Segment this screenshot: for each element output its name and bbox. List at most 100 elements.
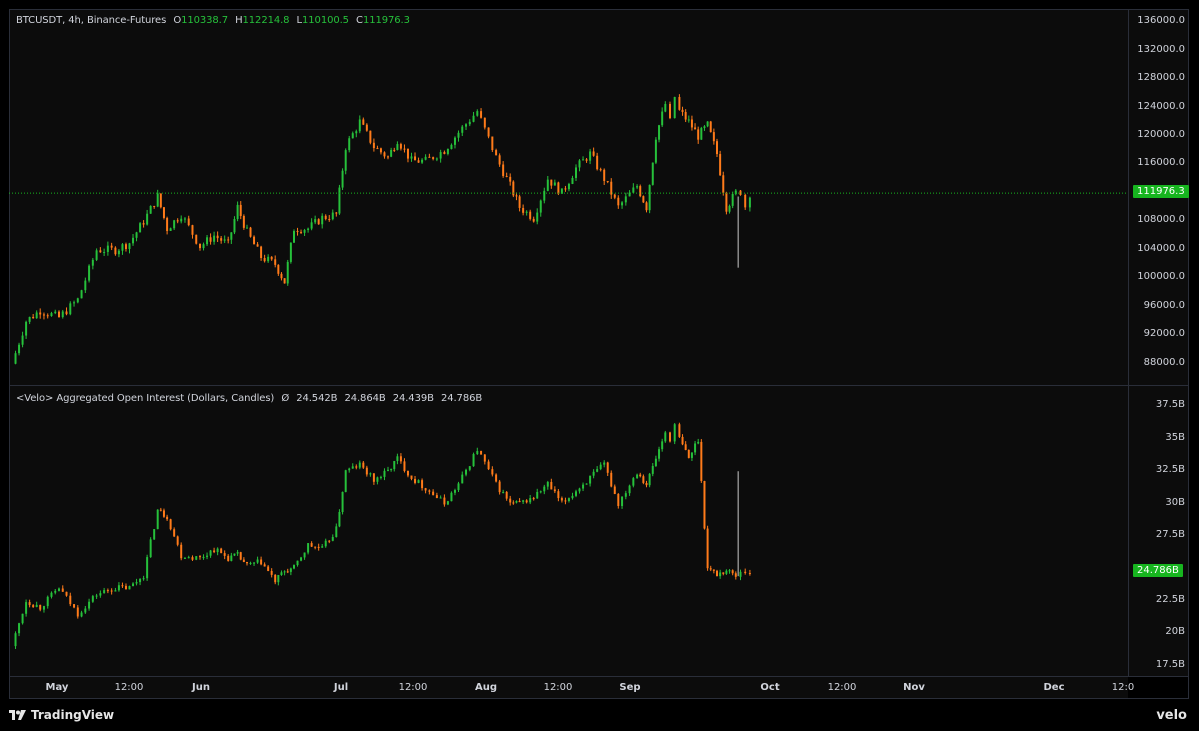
tradingview-logo[interactable]: TradingView [9,708,114,722]
btc-candle [722,175,725,193]
btc-candle [124,244,127,250]
oi-candle [303,552,306,558]
btc-candle [121,244,124,251]
btc-candle [274,259,277,265]
oi-candle [690,452,693,458]
btc-candle [564,188,567,190]
btc-candle [748,197,751,208]
btc-candle [280,273,283,279]
btc-candle [585,159,588,161]
oi-candle [321,546,324,548]
oi-low: 24.439B [392,393,434,404]
time-tick-label: Jun [192,682,210,693]
oi-candle [453,490,456,493]
oi-candle [379,476,382,478]
time-tick-label: Oct [760,682,780,693]
btc-candle [14,353,17,364]
chart-canvas[interactable] [0,0,1199,731]
oi-pane [9,386,1128,676]
btc-candle [260,246,263,259]
btc-candle [403,148,406,150]
oi-candle [166,516,169,520]
btc-candle [117,250,120,255]
oi-candle [585,483,588,485]
oi-candle [286,571,289,573]
oi-candle [697,441,700,444]
btc-candle [307,228,310,230]
oi-candle [242,559,245,562]
btc-candle [472,115,475,122]
btc-candle [417,160,420,163]
oi-candle [50,592,53,597]
btc-candle [406,148,409,159]
oi-candle [32,605,35,607]
oi-candle [435,495,438,499]
btc-candle [399,144,402,149]
oi-candle [632,478,635,486]
btc-candle [246,227,248,229]
oi-candle [661,441,664,450]
btc-candle [539,200,542,213]
oi-candle [249,562,252,564]
btc-candle [328,218,331,220]
oi-candle [300,557,303,561]
oi-close: 24.786B [440,393,483,404]
oi-candle [173,529,176,537]
btc-candle [684,112,687,120]
oi-candle [399,456,402,462]
btc-candle [457,132,460,138]
oi-candle [645,482,648,486]
btc-candle [529,211,532,219]
oi-candle [390,469,393,471]
btc-candle [468,121,471,125]
oi-candle [560,498,563,501]
btc-candle [522,207,525,213]
btc-candle [658,125,661,140]
oi-candle [331,537,334,541]
oi-high: 24.864B [344,393,386,404]
btc-candle [21,335,24,345]
btc-candle [253,236,256,245]
btc-candle [465,124,468,127]
time-tick-label: Aug [474,682,498,693]
btc-candle [173,220,176,229]
oi-candle [348,468,351,471]
oi-candle [536,492,539,499]
oi-candle [180,544,183,559]
btc-candle [65,311,68,315]
ohlc-open-label: O [173,15,182,26]
btc-candle [543,190,546,201]
btc-candle [603,169,606,181]
btc-candle [476,111,479,116]
btc-candle [703,126,706,129]
btc-candle [139,223,142,233]
btc-candle [58,311,60,318]
oi-candle [110,590,113,592]
oi-candle [176,536,179,545]
oi-candle [114,590,117,592]
oi-candle [206,555,209,557]
oi-candle [230,555,233,561]
btc-candle [91,259,94,266]
oi-candle [468,466,471,470]
btc-candle [159,193,162,208]
oi-tick-label: 35B [1165,431,1185,443]
btc-candle [694,127,697,130]
btc-candle [661,111,664,126]
oi-candle [76,607,79,617]
time-tick-label: 12:00 [543,682,573,693]
btc-candle [550,179,553,186]
oi-candle [220,548,223,554]
btc-candle [518,196,521,208]
btc-candle [321,215,324,225]
oi-candle [296,560,299,566]
time-tick-label: Jul [333,682,349,693]
btc-candle [135,232,138,238]
oi-candle [509,498,512,503]
oi-candle [575,491,577,496]
btc-candle [690,119,693,128]
btc-candle [725,192,728,212]
btc-candle [95,250,98,260]
oi-candle [376,477,379,482]
oi-candle [239,552,242,560]
